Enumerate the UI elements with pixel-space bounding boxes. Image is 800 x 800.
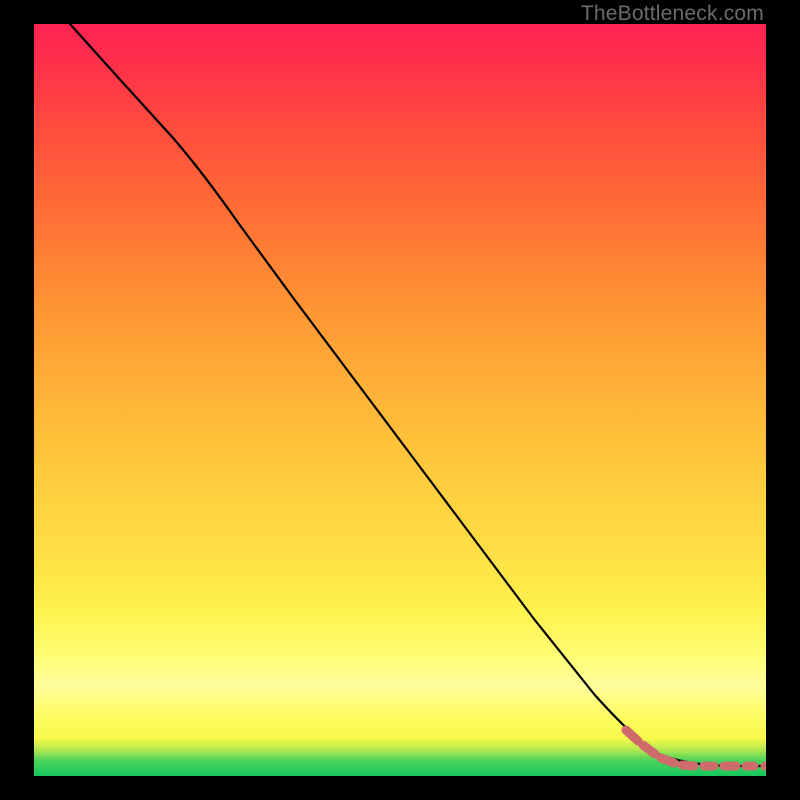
main-curve-path [70,24,766,766]
dot-seg [626,730,638,741]
dot-end [761,762,767,771]
chart-svg [34,24,766,776]
watermark-text: TheBottleneck.com [581,2,764,26]
chart-container: TheBottleneck.com [0,0,800,800]
dotted-segment-group [626,730,754,766]
dot-seg [661,758,674,763]
dot-seg [682,765,694,766]
plot-area [34,24,766,776]
dot-seg [643,745,655,754]
